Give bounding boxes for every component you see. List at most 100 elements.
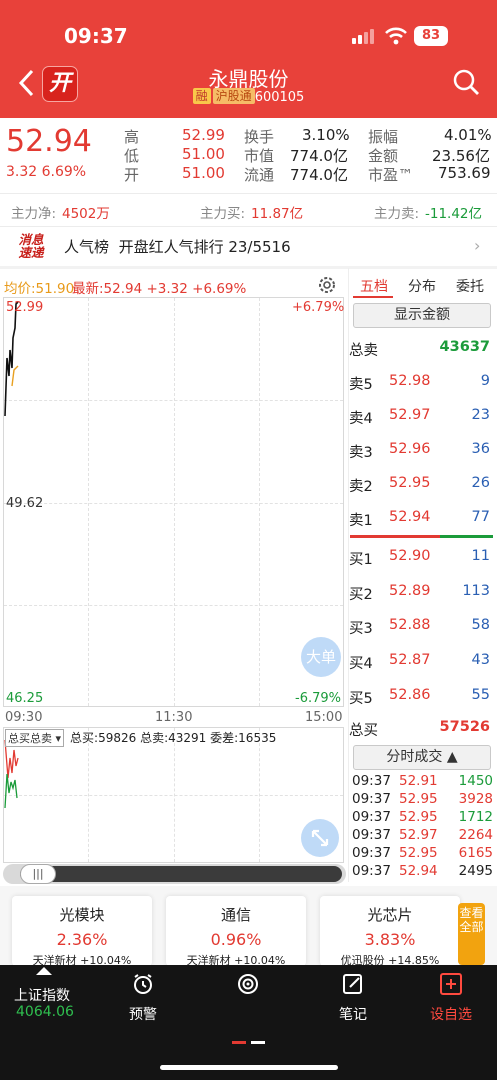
sector-card[interactable]: 光模块 2.36% 天洋新材 +10.04% [12, 896, 152, 967]
bid-level: 买5 [349, 691, 373, 707]
trade-price: 52.97 [399, 827, 438, 843]
big-order-button[interactable]: 大单 [301, 637, 341, 677]
bid-row[interactable]: 买4 52.87 43 [348, 644, 493, 678]
sector-card[interactable]: 通信 0.96% 天洋新材 +10.04% [166, 896, 306, 967]
grid-line [4, 400, 343, 401]
bid-row[interactable]: 买1 52.90 11 [348, 540, 493, 574]
y-axis-top: 52.99 [6, 300, 44, 315]
target-icon [238, 974, 258, 994]
bid-price: 52.89 [389, 583, 431, 599]
ask-price: 52.98 [389, 373, 431, 389]
news-logo-bottom: 速递 [18, 245, 44, 260]
sector-name: 通信 [220, 906, 251, 924]
time-mid: 11:30 [155, 710, 193, 725]
turnover-value: 3.10% [302, 126, 350, 144]
pe-label: 市盈™ [368, 166, 414, 184]
sector-card[interactable]: 光芯片 3.83% 优迅股份 +14.85% [320, 896, 460, 967]
news-content: 开盘红人气排行 23/5516 [118, 238, 291, 256]
caret-up-icon [36, 967, 52, 975]
settings-gear-icon[interactable] [316, 274, 338, 296]
trade-volume: 2495 [458, 863, 493, 879]
chart-header: 均价:51.90 最新:52.94 +3.32 +6.69% [0, 272, 346, 297]
trades-toggle-button[interactable]: 分时成交 ▲ [353, 745, 491, 770]
show-amount-button[interactable]: 显示金额 [353, 303, 491, 328]
nav-alert[interactable]: 预警 [103, 972, 183, 1024]
price-chart[interactable] [3, 297, 344, 707]
low-value: 51.00 [182, 145, 225, 163]
volume-type-select[interactable]: 总买总卖 ▾ [5, 729, 65, 747]
connect-tag: 沪股通 [212, 88, 255, 104]
total-sell-text: 总卖:43291 [140, 731, 207, 745]
float-label: 流通 [244, 166, 275, 184]
trade-row: 09:37 52.95 6165 [352, 845, 493, 863]
grid-line [4, 795, 343, 796]
tab-indicator [353, 296, 393, 298]
sector-change: 3.83% [364, 930, 416, 949]
bid-volume: 55 [471, 687, 490, 703]
grid-line [259, 298, 260, 706]
tab-distribution[interactable]: 分布 [408, 276, 436, 296]
grid-line [4, 503, 343, 504]
ask-level: 卖3 [349, 445, 373, 461]
bid-price: 52.87 [389, 652, 431, 668]
bid-ask-bar-green [440, 535, 493, 538]
trade-row: 09:37 52.91 1450 [352, 773, 493, 791]
ask-row[interactable]: 卖3 52.96 36 [348, 433, 493, 467]
volume-lines [4, 739, 19, 809]
tab-level5[interactable]: 五档 [360, 276, 388, 296]
nav-notes-label: 笔记 [339, 1007, 367, 1023]
trade-price: 52.95 [399, 809, 438, 825]
home-indicator [160, 1065, 338, 1070]
total-buy-text: 总买:59826 [70, 731, 137, 745]
bid-price: 52.88 [389, 617, 431, 633]
expand-chart-button[interactable] [301, 819, 339, 857]
volume-chart[interactable] [3, 727, 344, 863]
news-title: 人气榜 [64, 238, 110, 256]
ask-row[interactable]: 卖1 52.94 77 [348, 501, 493, 535]
index-name[interactable]: 上证指数 [14, 985, 70, 1005]
bid-row[interactable]: 买2 52.89 113 [348, 575, 493, 609]
news-logo: 消息 速递 [14, 233, 48, 261]
edit-note-icon [343, 974, 362, 994]
avg-price-label: 均价:51.90 [4, 281, 75, 297]
bid-row[interactable]: 买3 52.88 58 [348, 609, 493, 643]
time-end: 15:00 [305, 710, 343, 725]
pct-axis-bottom: -6.79% [295, 691, 341, 706]
view-all-button[interactable]: 查看全部 [458, 903, 485, 965]
ask-row[interactable]: 卖2 52.95 26 [348, 467, 493, 501]
alarm-clock-icon [134, 974, 152, 994]
main-sell-label: 主力卖: [374, 206, 420, 222]
ask-row[interactable]: 卖4 52.97 23 [348, 399, 493, 433]
tab-orders[interactable]: 委托 [456, 276, 484, 296]
low-label: 低 [124, 147, 140, 165]
search-icon[interactable] [452, 68, 480, 96]
mktcap-value: 774.0亿 [290, 147, 348, 165]
chart-scroll-range[interactable] [20, 866, 342, 882]
bid-level: 买2 [349, 587, 373, 603]
total-buy-row: 总买 57526 [348, 711, 493, 745]
ask-row[interactable]: 卖5 52.98 9 [348, 365, 493, 399]
turnover-label: 换手 [244, 128, 275, 146]
trade-volume: 1450 [458, 773, 493, 789]
chart-scroll-handle[interactable]: ||| [20, 864, 56, 884]
stock-subtitle: 融沪股通 600105 [0, 88, 497, 105]
ask-price: 52.96 [389, 441, 431, 457]
nav-target[interactable] [208, 972, 288, 1004]
price-line [4, 301, 19, 417]
sector-name: 光芯片 [367, 906, 413, 924]
capital-flow-row[interactable]: 主力净: 4502万 主力买: 11.87亿 主力卖: -11.42亿 [0, 194, 497, 226]
bid-volume: 58 [471, 617, 490, 633]
wifi-icon [385, 27, 407, 45]
time-axis: 09:30 11:30 15:00 [3, 709, 346, 727]
trade-price: 52.94 [399, 863, 438, 879]
grid-line [88, 298, 89, 706]
expand-icon [311, 829, 329, 847]
ask-level: 卖2 [349, 479, 373, 495]
grid-line [4, 605, 343, 606]
page-dot [251, 1041, 265, 1044]
news-text: 人气榜 开盘红人气排行 23/5516 [64, 236, 291, 257]
nav-notes[interactable]: 笔记 [313, 972, 393, 1024]
nav-add-watchlist[interactable]: 设自选 [411, 972, 491, 1024]
bid-row[interactable]: 买5 52.86 55 [348, 679, 493, 713]
high-value: 52.99 [182, 126, 225, 144]
